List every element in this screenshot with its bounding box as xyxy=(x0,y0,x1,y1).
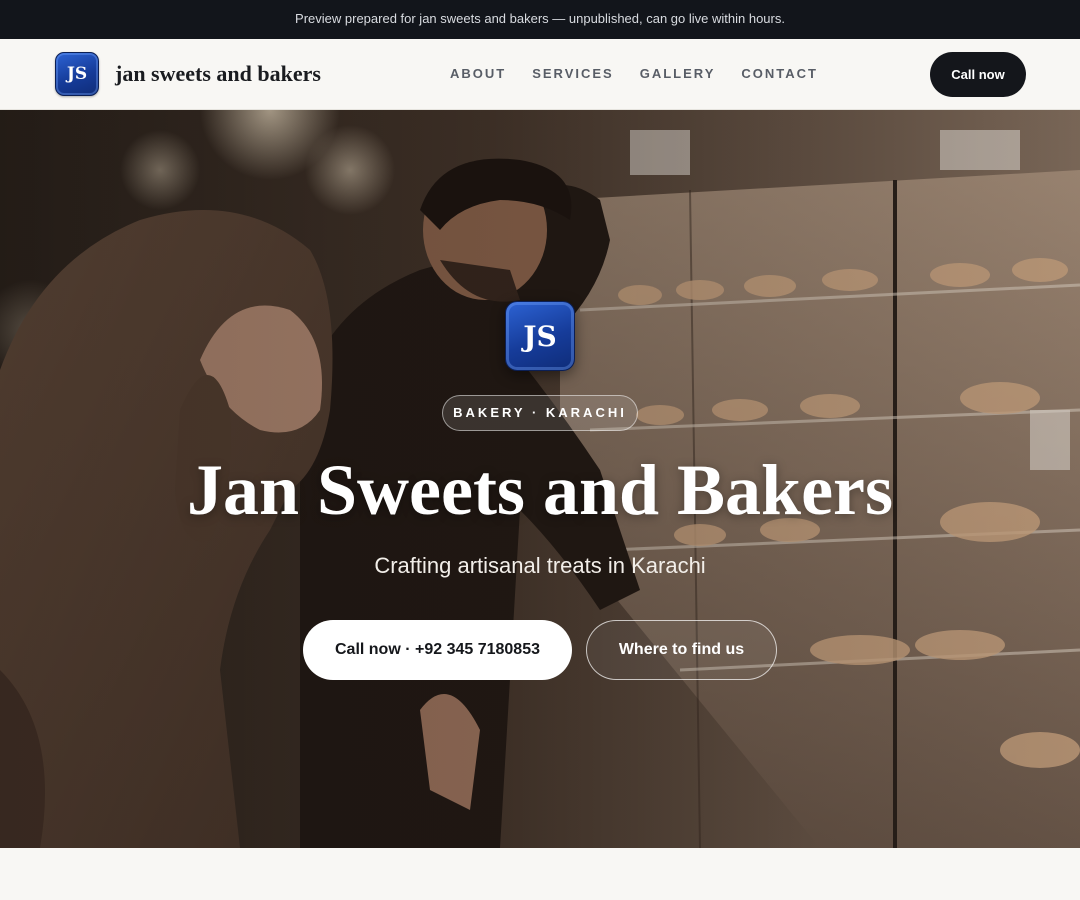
brand[interactable]: JS jan sweets and bakers xyxy=(55,52,321,96)
nav-gallery[interactable]: GALLERY xyxy=(640,66,716,81)
logo-initials: JS xyxy=(66,64,88,84)
hero-logo-initials: JS xyxy=(523,319,557,353)
preview-banner-text: Preview prepared for jan sweets and bake… xyxy=(295,11,785,26)
call-now-button[interactable]: Call now · +92 345 7180853 xyxy=(303,620,572,680)
where-to-find-us-button[interactable]: Where to find us xyxy=(586,620,777,680)
logo-icon[interactable]: JS xyxy=(55,52,99,96)
nav-contact[interactable]: CONTACT xyxy=(741,66,818,81)
hero-title: Jan Sweets and Bakers xyxy=(186,450,894,530)
hero-tag: BAKERY · KARACHI xyxy=(442,395,638,431)
hero: JS BAKERY · KARACHI Jan Sweets and Baker… xyxy=(0,110,1080,848)
next-section xyxy=(0,848,1080,900)
brand-name[interactable]: jan sweets and bakers xyxy=(115,61,321,87)
nav-about[interactable]: ABOUT xyxy=(450,66,506,81)
header-call-button[interactable]: Call now xyxy=(930,52,1026,97)
main-nav: ABOUT SERVICES GALLERY CONTACT xyxy=(450,66,818,81)
hero-logo-icon: JS xyxy=(505,301,575,371)
hero-subtitle: Crafting artisanal treats in Karachi xyxy=(374,553,706,578)
preview-banner: Preview prepared for jan sweets and bake… xyxy=(0,0,1080,39)
nav-services[interactable]: SERVICES xyxy=(532,66,614,81)
site-header: JS jan sweets and bakers ABOUT SERVICES … xyxy=(0,39,1080,110)
